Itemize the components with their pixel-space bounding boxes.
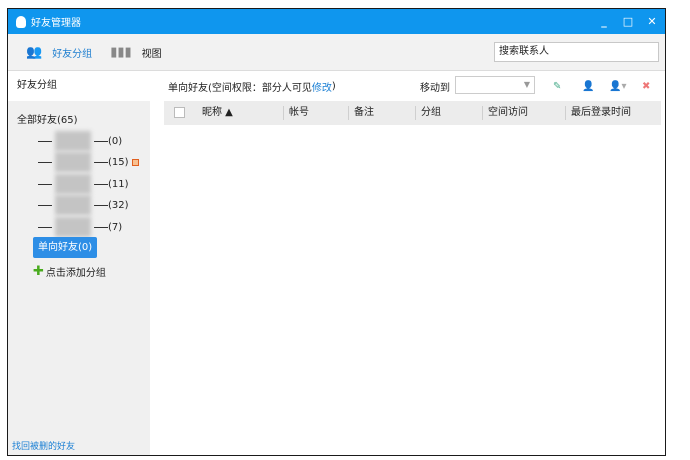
collapse-icon[interactable]	[131, 158, 139, 166]
group-item[interactable]: (7)	[38, 217, 123, 237]
delete-friend-icon[interactable]: ✖	[642, 81, 650, 92]
heading: 单向好友(空间权限：部分人可见	[168, 82, 312, 94]
col-group[interactable]: 分组	[415, 106, 441, 120]
group-item[interactable]: (32)	[38, 195, 129, 215]
col-last-login[interactable]: 最后登录时间	[565, 106, 631, 120]
modify-link[interactable]: 修改	[312, 79, 332, 94]
group-count: (0)	[108, 135, 123, 147]
select-all-checkbox[interactable]	[174, 107, 185, 118]
col-account[interactable]: 帐号	[283, 106, 309, 120]
group-item[interactable]: (0)	[38, 131, 123, 151]
group-count: (11)	[108, 178, 129, 190]
group-item[interactable]: (15)	[38, 152, 139, 172]
add-group-label: 点击添加分组	[45, 268, 106, 279]
plus-icon: ✚	[33, 264, 44, 279]
window-title: 好友管理器	[31, 18, 81, 29]
add-group-button[interactable]: ✚ 点击添加分组	[33, 264, 106, 279]
heading-suffix: )	[331, 80, 336, 92]
edit-icon[interactable]: ✎	[553, 81, 561, 92]
group-item[interactable]: (11)	[38, 174, 129, 194]
groups-tab-label: 好友分组	[52, 48, 93, 60]
view-tab-label: 视图	[141, 48, 162, 60]
main-panel: 单向好友(空间权限：部分人可见 修改) 移动到 ▼ ✎ 👤 👤▾ ✖ 昵称 ▲ 帐…	[150, 71, 665, 455]
manage-friend-icon[interactable]: 👤▾	[609, 81, 626, 92]
groups-tab[interactable]: 👥 好友分组	[26, 45, 92, 60]
move-to-label: 移动到	[420, 82, 450, 94]
col-remark[interactable]: 备注	[348, 106, 374, 120]
view-tab[interactable]: ▮▮▮ 视图	[110, 45, 161, 60]
minimize-button[interactable]: _	[593, 9, 615, 34]
sidebar: 好友分组 全部好友(65) (0) (15) (11) (32) (7) 单向好…	[8, 71, 150, 455]
move-to-select[interactable]: ▼	[455, 76, 535, 94]
bar-chart-icon: ▮▮▮	[110, 44, 132, 60]
close-button[interactable]: ✕	[641, 9, 663, 34]
friend-manager-window: 好友管理器 _ □ ✕ 👥 好友分组 ▮▮▮ 视图 搜索联系人 好友分组 全部好友(…	[7, 8, 666, 456]
all-friends-item[interactable]: 全部好友(65)	[17, 111, 78, 126]
table-header: 昵称 ▲ 帐号 备注 分组 空间访问 最后登录时间	[164, 101, 661, 125]
one-way-friends-item[interactable]: 单向好友(0)	[33, 237, 98, 258]
qq-logo-icon	[16, 15, 26, 28]
group-count: (15)	[108, 156, 129, 168]
users-icon: 👥	[26, 44, 43, 60]
maximize-button[interactable]: □	[617, 9, 639, 34]
col-nickname[interactable]: 昵称 ▲	[197, 106, 233, 120]
group-count: (32)	[108, 199, 129, 211]
search-input[interactable]: 搜索联系人	[494, 42, 659, 62]
group-count: (7)	[108, 221, 123, 233]
sidebar-header: 好友分组	[8, 71, 150, 101]
title-bar: 好友管理器 _ □ ✕	[8, 9, 665, 34]
toolbar: 👥 好友分组 ▮▮▮ 视图 搜索联系人	[8, 34, 665, 71]
recover-deleted-link[interactable]: 找回被删的好友	[12, 439, 75, 452]
col-space-visit[interactable]: 空间访问	[482, 106, 528, 120]
add-friend-icon[interactable]: 👤	[582, 81, 594, 92]
action-bar: 单向好友(空间权限：部分人可见 修改) 移动到 ▼ ✎ 👤 👤▾ ✖	[150, 71, 665, 101]
